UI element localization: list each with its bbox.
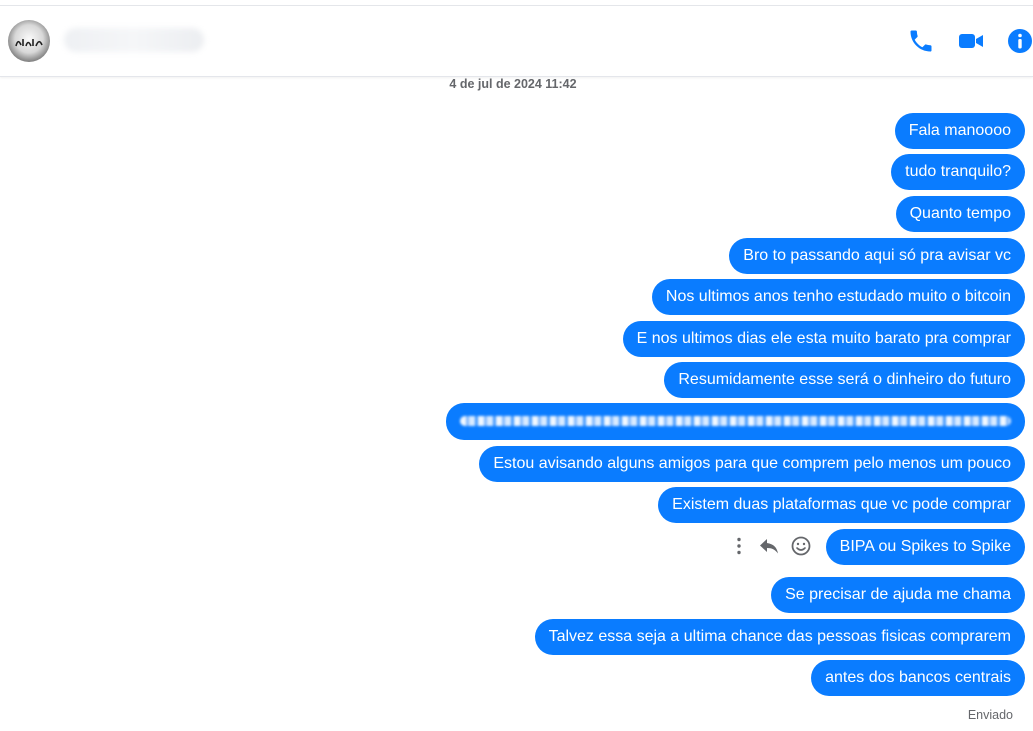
redacted-text — [460, 416, 1011, 426]
message-bubble[interactable]: Se precisar de ajuda me chama — [771, 577, 1025, 613]
message-bubble[interactable]: Resumidamente esse será o dinheiro do fu… — [664, 362, 1025, 398]
message-bubble[interactable]: Fala manoooo — [894, 113, 1025, 149]
chat-header — [0, 6, 1033, 77]
conversation-timestamp: 4 de jul de 2024 11:42 — [449, 77, 577, 91]
message-bubble[interactable]: Bro to passando aqui só pra avisar vc — [729, 238, 1025, 274]
message-bubble[interactable]: Nos ultimos anos tenho estudado muito o … — [651, 279, 1025, 315]
more-icon[interactable] — [728, 535, 750, 557]
message-bubble[interactable]: Existem duas plataformas que vc pode com… — [658, 487, 1025, 523]
avatar[interactable] — [8, 20, 50, 62]
message-bubble[interactable]: BIPA ou Spikes to Spike — [825, 529, 1025, 565]
video-icon[interactable] — [957, 27, 985, 55]
message-status: Enviado — [967, 708, 1013, 722]
contact-name-redacted — [64, 28, 204, 52]
message-bubble[interactable]: Talvez essa seja a ultima chance das pes… — [534, 619, 1025, 655]
message-bubble[interactable]: antes dos bancos centrais — [811, 660, 1025, 696]
message-bubble[interactable]: Quanto tempo — [895, 196, 1025, 232]
avatar-image — [15, 39, 43, 47]
info-icon[interactable] — [1006, 27, 1033, 55]
message-bubble[interactable]: Estou avisando alguns amigos para que co… — [479, 446, 1025, 482]
reply-icon[interactable] — [758, 535, 780, 557]
phone-icon[interactable] — [907, 27, 935, 55]
message-bubble[interactable]: E nos ultimos dias ele esta muito barato… — [622, 321, 1025, 357]
message-bubble[interactable]: tudo tranquilo? — [891, 154, 1025, 190]
message-bubble-redacted[interactable] — [446, 403, 1025, 440]
react-icon[interactable] — [790, 535, 812, 557]
